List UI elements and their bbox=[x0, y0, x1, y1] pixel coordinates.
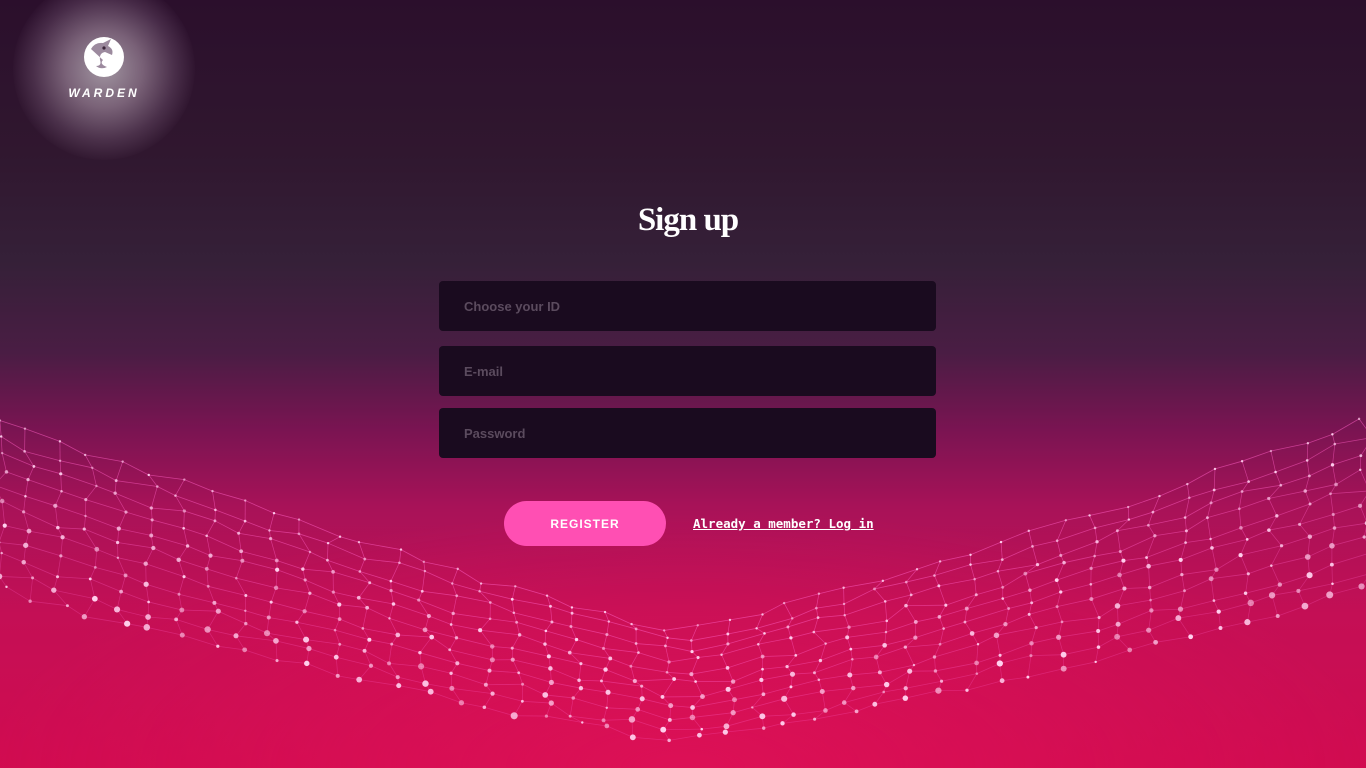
id-input[interactable] bbox=[439, 281, 936, 331]
register-button[interactable]: REGISTER bbox=[504, 501, 666, 546]
page-title: Sign up bbox=[637, 202, 739, 239]
email-input[interactable] bbox=[439, 346, 936, 396]
brand-name: WARDEN bbox=[68, 86, 140, 100]
login-link[interactable]: Already a member? Log in bbox=[693, 516, 874, 531]
bird-head-icon bbox=[84, 37, 124, 77]
password-input[interactable] bbox=[439, 408, 936, 458]
brand-logo[interactable]: WARDEN bbox=[56, 34, 152, 100]
